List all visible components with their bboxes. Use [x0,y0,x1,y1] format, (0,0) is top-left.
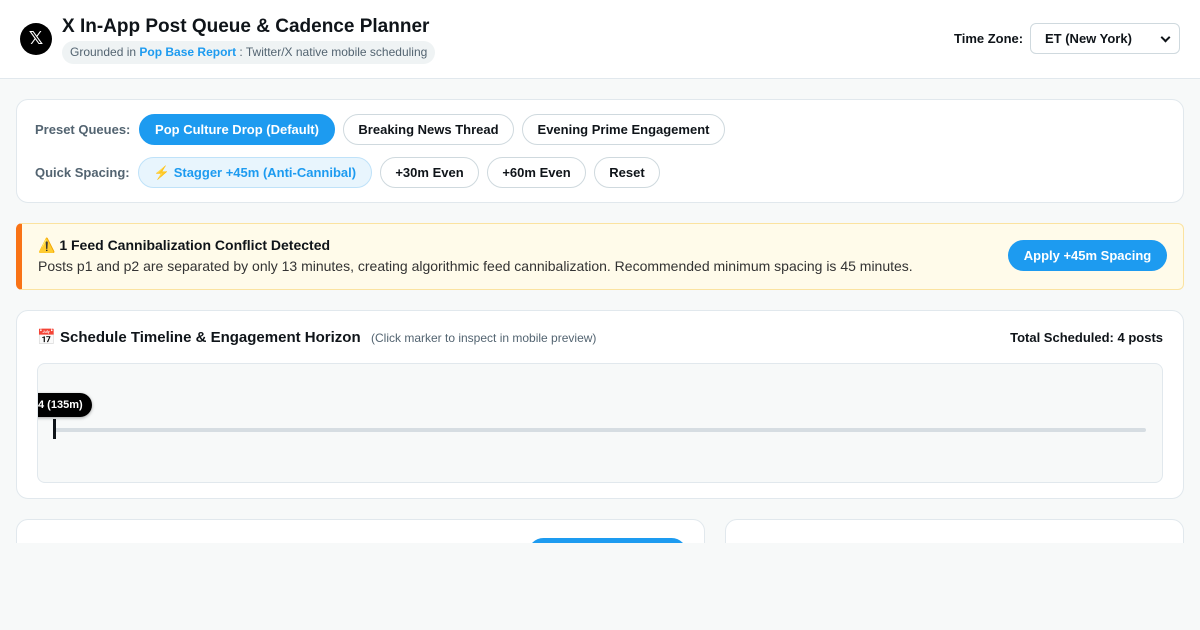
conflict-alert: ⚠️ 1 Feed Cannibalization Conflict Detec… [16,223,1184,290]
timeline-hint: (Click marker to inspect in mobile previ… [371,331,597,345]
timeline-track-area: 4 (135m) [37,363,1163,483]
warning-icon: ⚠️ [38,237,56,253]
even-30m-button[interactable]: +30m Even [380,157,479,188]
post-marker[interactable] [53,419,56,439]
timezone-value: ET (New York) [1045,31,1132,46]
calendar-icon: 📅 [37,328,56,346]
preset-pop-culture-drop-button[interactable]: Pop Culture Drop (Default) [139,114,335,145]
app-header: 𝕏 X In-App Post Queue & Cadence Planner … [0,0,1200,79]
preset-queues-label: Preset Queues: [35,122,131,137]
reset-button[interactable]: Reset [594,157,660,188]
source-prefix: Grounded in [70,45,137,59]
source-link[interactable]: Pop Base Report [139,45,236,59]
timezone-label: Time Zone: [954,31,1024,46]
timeline-title: Schedule Timeline & Engagement Horizon [60,329,361,346]
page-title: X In-App Post Queue & Cadence Planner [62,16,430,37]
alert-title: ⚠️ 1 Feed Cannibalization Conflict Detec… [38,237,330,254]
quick-spacing-label: Quick Spacing: [35,165,130,180]
chevron-down-icon [1160,32,1171,43]
presets-panel: Preset Queues: Pop Culture Drop (Default… [16,99,1184,203]
x-logo-icon: 𝕏 [20,23,52,55]
schedule-timeline-card: 📅 Schedule Timeline & Engagement Horizon… [16,310,1184,499]
timeline-track [54,428,1146,432]
viewport-cutoff [0,543,1200,630]
post-marker-label[interactable]: 4 (135m) [38,393,92,417]
preset-breaking-news-button[interactable]: Breaking News Thread [343,114,514,145]
alert-message: Posts p1 and p2 are separated by only 13… [38,258,913,274]
apply-spacing-button[interactable]: Apply +45m Spacing [1008,240,1167,271]
source-badge: Grounded in Pop Base Report : Twitter/X … [62,41,436,64]
timezone-select[interactable]: ET (New York) [1030,23,1180,54]
alert-title-text: 1 Feed Cannibalization Conflict Detected [59,237,331,253]
total-scheduled: Total Scheduled: 4 posts [1010,330,1163,345]
preset-evening-prime-button[interactable]: Evening Prime Engagement [522,114,725,145]
stagger-45m-button[interactable]: ⚡ Stagger +45m (Anti-Cannibal) [138,157,372,188]
source-suffix: : Twitter/X native mobile scheduling [239,45,428,59]
even-60m-button[interactable]: +60m Even [487,157,586,188]
